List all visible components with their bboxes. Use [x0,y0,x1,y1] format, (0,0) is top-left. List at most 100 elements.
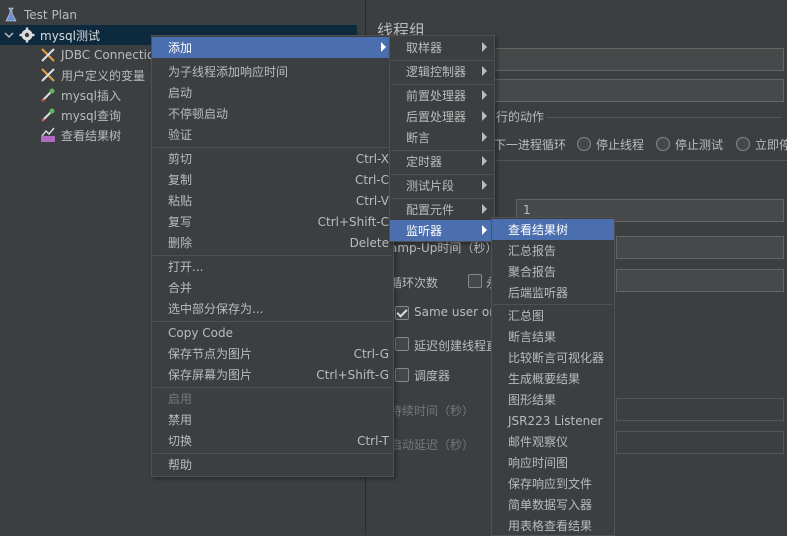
listener-submenu: 查看结果树 汇总报告 聚合报告 后端监听器 汇总图 断言结果 比较断言可视化器 … [491,217,615,536]
menu-item-generate-summary[interactable]: 生成概要结果 [492,368,614,389]
tree-item-label: mysql查询 [61,108,121,123]
scheduler-checkbox[interactable] [395,368,409,382]
menu-item-logic-controller[interactable]: 逻辑控制器 [390,61,494,82]
menu-item-label: 汇总报告 [508,244,557,258]
menu-item-copy-code[interactable]: Copy Code [152,322,393,343]
menu-item-jsr223-listener[interactable]: JSR223 Listener [492,410,614,431]
menu-item-label: 复写 [168,215,193,229]
same-user-checkbox[interactable] [395,306,409,320]
radio-stop-thread[interactable] [577,137,591,151]
delay-create-checkbox[interactable] [395,337,409,351]
menu-item-view-results-tree[interactable]: 查看结果树 [492,219,614,240]
menu-item-graph-results[interactable]: 图形结果 [492,389,614,410]
menu-item-test-fragment[interactable]: 测试片段 [390,175,494,196]
menu-item-label: 禁用 [168,413,193,427]
menu-item-label: 用表格查看结果 [508,519,593,533]
menu-item-label: 保存节点为图片 [168,347,253,361]
loop-input[interactable] [616,269,784,292]
chevron-right-icon [482,132,487,142]
startup-delay-input[interactable] [616,431,784,454]
menu-item-mailer-visualizer[interactable]: 邮件观察仪 [492,431,614,452]
menu-item-validate[interactable]: 验证 [152,124,393,145]
chevron-right-icon [482,156,487,166]
loop-label: 循环次数 [390,276,439,290]
menu-item-label: 帮助 [168,458,193,472]
menu-item-save-responses[interactable]: 保存响应到文件 [492,473,614,494]
menu-item-label: 后置处理器 [406,110,467,124]
menu-item-config-element[interactable]: 配置元件 [390,199,494,220]
menu-item-pre-processor[interactable]: 前置处理器 [390,85,494,106]
menu-item-assertion-results[interactable]: 断言结果 [492,326,614,347]
menu-item-start-no-pause[interactable]: 不停顿启动 [152,103,393,124]
menu-item-summary-report[interactable]: 汇总报告 [492,240,614,261]
radio-stop-test[interactable] [656,137,670,151]
menu-item-response-time-graph[interactable]: 响应时间图 [492,452,614,473]
menu-item-listener[interactable]: 监听器 [390,220,494,241]
menu-item-label: 查看结果树 [508,223,569,237]
menu-item-compare-assertion-visualizer[interactable]: 比较断言可视化器 [492,347,614,368]
menu-item-open[interactable]: 打开... [152,256,393,277]
radio-label-stop-now: 立即停 [755,138,787,152]
chevron-right-icon [482,66,487,76]
menu-item-assertion[interactable]: 断言 [390,127,494,148]
menu-item-toggle[interactable]: 切换 Ctrl-T [152,430,393,451]
menu-item-enable: 启用 [152,388,393,409]
menu-item-save-node-image[interactable]: 保存节点为图片 Ctrl-G [152,343,393,364]
radio-stop-now[interactable] [736,137,750,151]
duration-input[interactable] [616,398,784,421]
menu-item-delete[interactable]: 删除 Delete [152,232,393,253]
tree-item-test-plan[interactable]: Test Plan [0,5,357,25]
menu-item-disable[interactable]: 禁用 [152,409,393,430]
chevron-right-icon [381,42,386,52]
chevron-down-icon[interactable] [3,29,15,41]
tree-item-label: Test Plan [24,8,77,22]
menu-item-label: 剪切 [168,152,193,166]
menu-item-label: 前置处理器 [406,89,467,103]
menu-item-merge[interactable]: 合并 [152,277,393,298]
menu-item-aggregate-report[interactable]: 聚合报告 [492,261,614,282]
menu-item-add[interactable]: 添加 [152,37,393,58]
menu-item-label: JSR223 Listener [508,413,603,428]
chevron-right-icon [482,111,487,121]
menu-item-simple-data-writer[interactable]: 简单数据写入器 [492,494,614,515]
startup-delay-label: 启动延迟（秒） [390,438,475,452]
menu-item-view-results-table[interactable]: 用表格查看结果 [492,515,614,536]
chevron-right-icon [482,204,487,214]
chevron-right-icon [482,180,487,190]
menu-item-help[interactable]: 帮助 [152,454,393,475]
menu-item-label: 监听器 [406,224,443,238]
menu-item-label: 不停顿启动 [168,107,229,121]
menu-item-summary-graph[interactable]: 汇总图 [492,305,614,326]
menu-item-backend-listener[interactable]: 后端监听器 [492,282,614,303]
menu-item-label: 粘贴 [168,194,193,208]
menu-item-copy[interactable]: 复制 Ctrl-C [152,169,393,190]
rampup-input[interactable] [616,236,784,259]
menu-item-label: 删除 [168,236,193,250]
menu-item-label: 断言结果 [508,330,557,344]
menu-item-start[interactable]: 启动 [152,82,393,103]
menu-item-post-processor[interactable]: 后置处理器 [390,106,494,127]
menu-item-timer[interactable]: 定时器 [390,151,494,172]
menu-item-paste[interactable]: 粘贴 Ctrl-V [152,190,393,211]
shortcut: Ctrl-C [354,172,389,187]
tree-item-label: mysql测试 [40,28,100,43]
forever-checkbox[interactable] [468,274,482,288]
shortcut: Ctrl-T [357,433,389,448]
menu-item-label: 断言 [406,131,431,145]
menu-item-save-selection[interactable]: 选中部分保存为... [152,298,393,319]
tree-item-label: JDBC Connection [61,48,162,62]
menu-item-duplicate[interactable]: 复写 Ctrl+Shift-C [152,211,393,232]
menu-item-add-response-time[interactable]: 为子线程添加响应时间 [152,61,393,82]
menu-item-label: 比较断言可视化器 [508,351,605,365]
menu-item-label: 选中部分保存为... [168,302,264,316]
chevron-right-icon [482,225,487,235]
pipette-icon [40,107,56,123]
menu-item-label: 取样器 [406,41,443,55]
menu-item-label: 聚合报告 [508,265,557,279]
menu-item-sampler[interactable]: 取样器 [390,37,494,58]
menu-item-cut[interactable]: 剪切 Ctrl-X [152,148,393,169]
menu-item-label: 汇总图 [508,309,545,323]
menu-item-label: 定时器 [406,155,443,169]
menu-item-save-screen-image[interactable]: 保存屏幕为图片 Ctrl+Shift-G [152,364,393,385]
menu-item-label: Copy Code [168,325,233,340]
